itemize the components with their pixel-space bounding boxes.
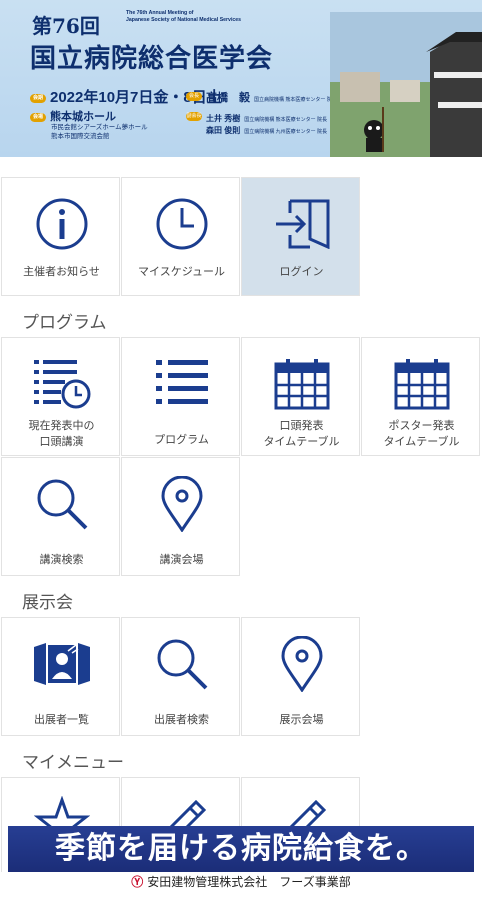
castle-illustration [330,12,482,157]
menu-tile-my-schedule[interactable]: マイスケジュール [121,177,240,296]
menu-tile-label-line1: 口頭発表 [279,419,324,432]
banner-title: 国立病院総合医学会 [30,44,274,74]
menu-tile-poster-timetable[interactable]: ポスター発表 タイムテーブル [361,337,480,456]
ad-sponsor[interactable]: Ⓨ 安田建物管理株式会社 フーズ事業部 [0,872,482,900]
calendar-icon [362,354,481,414]
banner-venue-row: 会場 熊本城ホール [30,108,116,124]
menu-tile-oral-timetable[interactable]: 口頭発表 タイムテーブル [241,337,360,456]
menu-tile-label: 講演会場 [159,553,204,566]
login-icon [242,194,361,254]
map-pin-icon [242,634,361,694]
ad-banner[interactable]: 季節を届ける病院給食を。 [8,826,474,872]
menu-tile-notices[interactable]: 主催者お知らせ [1,177,120,296]
banner-venue-tag: 会場 [30,112,46,122]
banner-vice-2: 森田 俊則 [206,126,241,135]
menu-tile-label: プログラム [154,433,209,446]
banner-president-tag: 会長 [186,92,202,102]
menu-tile-exhibitor-search[interactable]: 出展者検索 [121,617,240,736]
banner-subtitle-en-line2: Japanese Society of National Medical Ser… [126,17,242,23]
banner-vice-block: 副会長 土井 秀樹 国立病院機構 熊本医療センター 院長 森田 俊則 国立病院機構 九… [186,108,328,135]
menu-tile-now-presenting[interactable]: 現在発表中の 口頭講演 [1,337,120,456]
conference-banner[interactable]: 第76回 The 76th Annual Meeting of Japanese… [0,0,482,157]
menu-tile-label: マイスケジュール [138,265,225,278]
exhibitor-icon [2,634,121,694]
menu-tile-label: 口頭発表 タイムテーブル [242,418,361,450]
banner-venue-sub-1: 市民会館シアーズホーム夢ホール [51,124,148,131]
banner-president-org: 国立病院機構 熊本医療センター 院長 [254,97,337,103]
menu-tile-label: ポスター発表 タイムテーブル [362,418,481,450]
menu-tile-login[interactable]: ログイン [241,177,360,296]
menu-tile-program[interactable]: プログラム [121,337,240,456]
menu-tile-label: ログイン [279,265,324,278]
now-presenting-icon [2,354,121,414]
section-title-exhibition: 展示会 [22,593,73,613]
section-title-program: プログラム [22,313,107,333]
banner-venue: 熊本城ホール [50,111,116,123]
banner-vice-2-org: 国立病院機構 九州医療センター 院長 [244,129,328,135]
section-title-my-menu: マイメニュー [22,753,124,773]
map-pin-icon [122,474,241,534]
banner-venue-sub-2: 熊本市国際交流会館 [51,133,110,140]
search-icon [122,634,241,694]
banner-subtitle-en: The 76th Annual Meeting of Japanese Soci… [126,10,276,24]
ad-sponsor-text: 安田建物管理株式会社 フーズ事業部 [147,875,351,889]
banner-edition: 第76回 [32,14,100,38]
app-screen: 第76回 The 76th Annual Meeting of Japanese… [0,0,482,900]
info-icon [2,194,121,254]
menu-tile-exhibitor-list[interactable]: 出展者一覧 [1,617,120,736]
menu-tile-exhibition-venue[interactable]: 展示会場 [241,617,360,736]
menu-tile-label-line2: 口頭講演 [39,435,84,448]
menu-tile-lecture-search[interactable]: 講演検索 [1,457,120,576]
menu-tile-label-line2: タイムテーブル [383,435,460,448]
clock-icon [122,194,241,254]
menu-tile-label: 講演検索 [39,553,84,566]
banner-date-tag: 会期 [30,93,46,103]
banner-president: 髙橋 毅 [206,92,250,104]
banner-subtitle-en-line1: The 76th Annual Meeting of [126,10,194,16]
sponsor-logo-icon: Ⓨ [131,875,144,889]
menu-tile-label: 展示会場 [279,713,324,726]
search-icon [2,474,121,534]
menu-tile-label: 主催者お知らせ [23,265,100,278]
banner-venue-sub: 市民会館シアーズホーム夢ホール 熊本市国際交流会館 [51,123,148,141]
banner-vice-tag: 副会長 [186,112,202,122]
menu-tile-label: 出展者一覧 [34,713,89,726]
menu-tile-label-line1: 現在発表中の [28,419,95,432]
menu-tile-label: 出展者検索 [154,713,209,726]
banner-president-row: 会長 髙橋 毅国立病院機構 熊本医療センター 院長 [186,88,337,106]
calendar-icon [242,354,361,414]
menu-tile-label: 現在発表中の 口頭講演 [2,418,121,450]
menu-tile-label-line1: ポスター発表 [388,419,455,432]
menu-tile-lecture-venue[interactable]: 講演会場 [121,457,240,576]
menu-tile-label-line2: タイムテーブル [263,435,340,448]
list-icon [122,354,241,414]
